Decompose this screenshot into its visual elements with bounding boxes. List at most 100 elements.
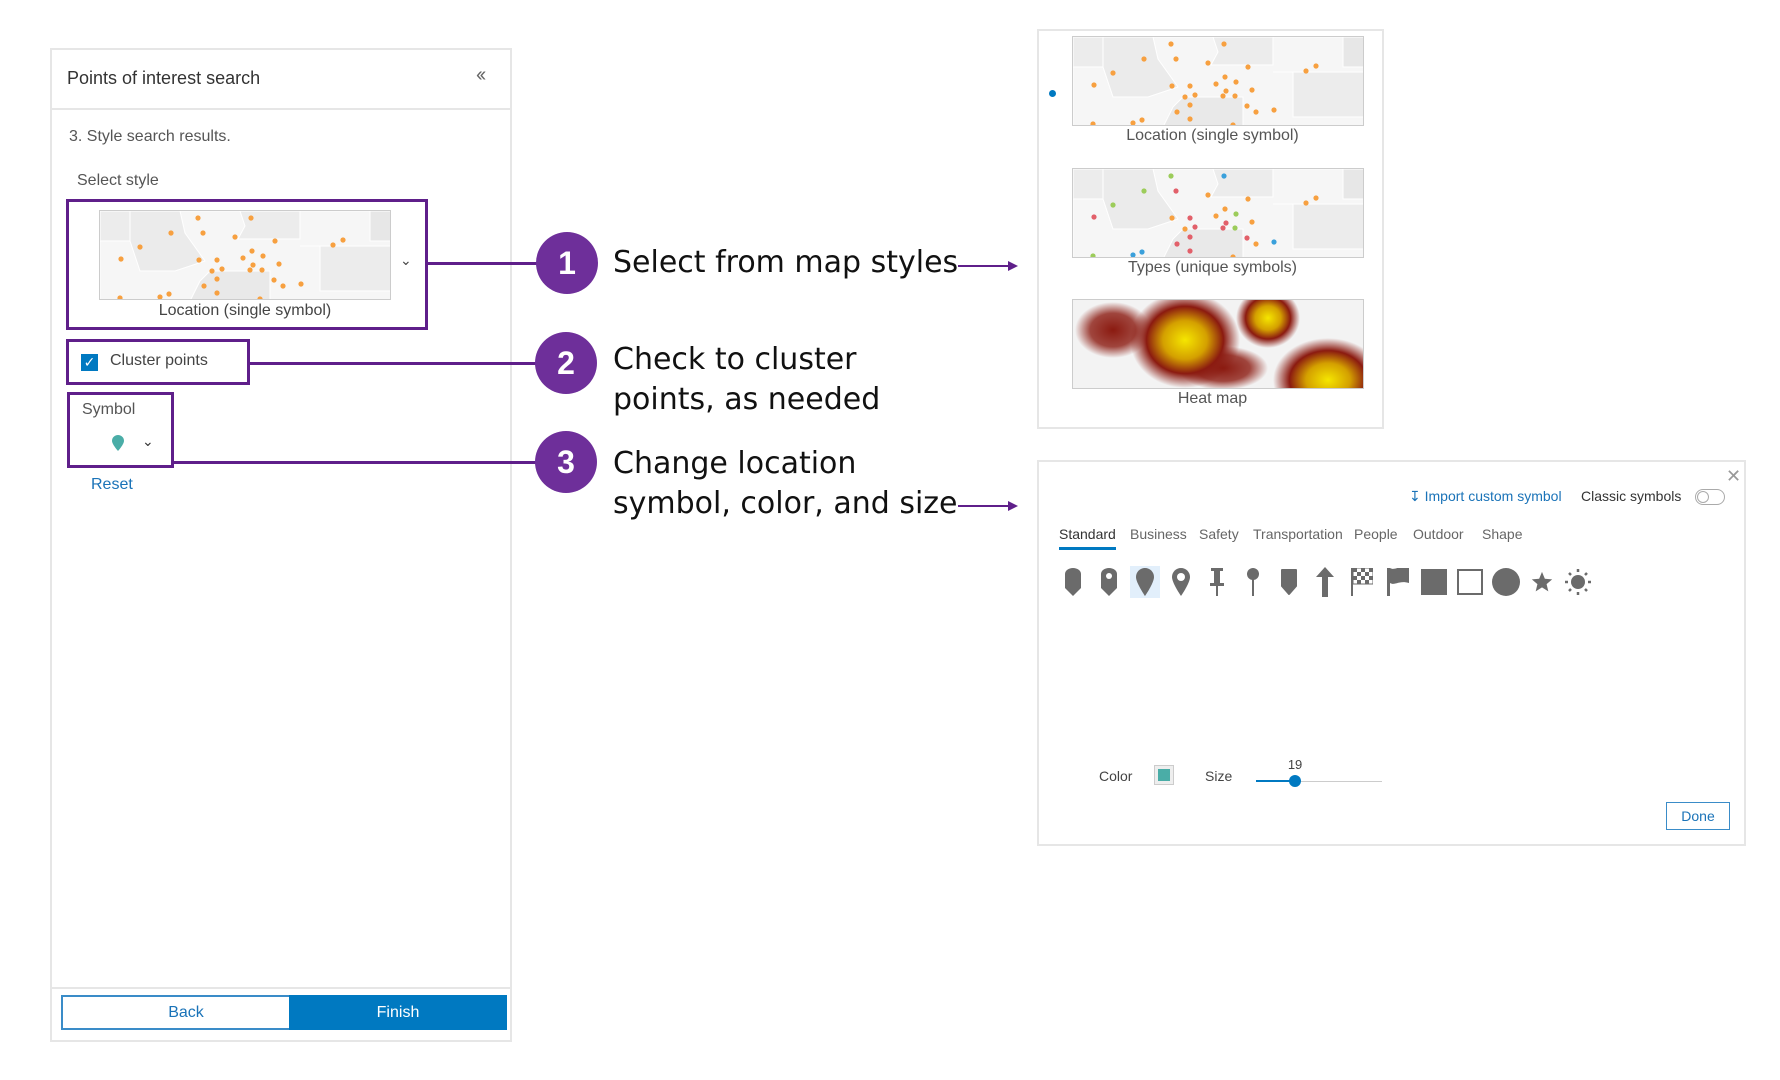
map-point	[1205, 60, 1211, 66]
tab-people[interactable]: People	[1354, 526, 1398, 542]
map-point	[276, 261, 282, 267]
flag-icon[interactable]	[1383, 566, 1413, 598]
style-option-heatmap[interactable]	[1072, 299, 1364, 389]
round-pin-icon[interactable]	[1238, 566, 1268, 598]
map-point	[166, 291, 172, 297]
map-region	[1342, 169, 1363, 200]
map-point	[214, 276, 220, 282]
map-point	[340, 237, 346, 243]
map-point	[219, 266, 225, 272]
callout-marker-icon[interactable]	[1274, 566, 1304, 598]
cluster-points-option[interactable]: ✓ Cluster points	[66, 339, 250, 385]
connector-line-2	[248, 362, 538, 365]
style-option-types[interactable]	[1072, 168, 1364, 258]
push-pin-icon[interactable]	[1202, 566, 1232, 598]
color-swatch[interactable]	[1154, 765, 1174, 785]
star-icon[interactable]	[1527, 566, 1557, 598]
map-point	[200, 230, 206, 236]
location-pin-hole-icon[interactable]	[1166, 566, 1196, 598]
pill-marker-hole-icon[interactable]	[1094, 566, 1124, 598]
checkered-flag-icon[interactable]	[1347, 566, 1377, 598]
map-point	[137, 244, 143, 250]
filled-square-icon[interactable]	[1419, 566, 1449, 598]
tab-business[interactable]: Business	[1130, 526, 1187, 542]
map-point	[1187, 234, 1193, 240]
chevron-down-icon[interactable]: ⌄	[142, 433, 154, 450]
map-point	[298, 281, 304, 287]
map-point	[1110, 202, 1116, 208]
arrow-right-icon	[958, 265, 1010, 267]
filled-circle-icon[interactable]	[1491, 566, 1521, 598]
map-point	[1192, 224, 1198, 230]
map-point	[1222, 74, 1228, 80]
map-point	[1168, 41, 1174, 47]
teardrop-pin-icon[interactable]	[112, 435, 124, 456]
arrow-head-icon	[1008, 261, 1018, 271]
style-caption: Types (unique symbols)	[1128, 259, 1297, 276]
callout-text-2b: points, as needed	[613, 382, 881, 417]
map-region	[237, 211, 301, 240]
finish-button[interactable]: Finish	[289, 995, 507, 1030]
tab-outdoor[interactable]: Outdoor	[1413, 526, 1464, 542]
map-point	[1174, 109, 1180, 115]
map-point	[1174, 241, 1180, 247]
map-point	[1253, 241, 1259, 247]
arrow-up-icon[interactable]	[1310, 566, 1340, 598]
map-point	[1245, 196, 1251, 202]
classic-symbols-toggle[interactable]	[1695, 489, 1725, 505]
symbol-picker[interactable]: Symbol ⌄	[67, 392, 174, 468]
size-slider-thumb[interactable]	[1289, 775, 1302, 787]
map-point	[1091, 214, 1097, 220]
map-point	[196, 257, 202, 263]
map-point	[1249, 219, 1255, 225]
tab-shape[interactable]: Shape	[1482, 526, 1522, 542]
chevron-down-icon[interactable]: ⌄	[400, 252, 412, 269]
map-point	[330, 242, 336, 248]
map-point	[1244, 235, 1250, 241]
arrow-right-icon	[958, 505, 1010, 507]
color-label: Color	[1099, 768, 1133, 784]
sun-icon[interactable]	[1563, 566, 1593, 598]
collapse-panel-icon[interactable]: ‹‹	[476, 64, 486, 87]
map-point	[1233, 211, 1239, 217]
map-point	[1303, 200, 1309, 206]
import-label: Import custom symbol	[1424, 488, 1562, 504]
close-icon[interactable]: ✕	[1726, 466, 1741, 487]
cluster-checkbox[interactable]: ✓	[81, 354, 98, 371]
tab-standard[interactable]: Standard	[1059, 526, 1116, 550]
map-point	[1303, 68, 1309, 74]
back-button[interactable]: Back	[61, 995, 311, 1030]
style-caption: Location (single symbol)	[1126, 127, 1299, 144]
map-thumbnail-types	[1073, 169, 1363, 257]
outline-square-icon[interactable]	[1455, 566, 1485, 598]
map-point	[260, 253, 266, 259]
callout-badge-3: 3	[535, 431, 597, 493]
map-point	[1232, 93, 1238, 99]
map-point	[1223, 88, 1229, 94]
connector-line-3	[172, 461, 538, 464]
map-point	[259, 267, 265, 273]
map-region	[1210, 37, 1274, 66]
map-point	[1168, 173, 1174, 179]
tab-transportation[interactable]: Transportation	[1253, 526, 1343, 542]
panel-title: Points of interest search	[67, 68, 261, 88]
cluster-points-label: Cluster points	[110, 352, 208, 369]
done-button[interactable]: Done	[1666, 802, 1730, 830]
map-point	[214, 290, 220, 296]
map-point	[1213, 213, 1219, 219]
map-point	[1110, 70, 1116, 76]
map-point	[1187, 116, 1193, 122]
symbol-dialog: ✕ ↧ Import custom symbol Classic symbols…	[1037, 460, 1746, 846]
size-label: Size	[1205, 768, 1233, 784]
map-point	[1139, 117, 1145, 123]
map-point	[1253, 109, 1259, 115]
import-custom-symbol-link[interactable]: ↧ Import custom symbol	[1409, 488, 1562, 505]
teardrop-pin-icon[interactable]	[1130, 566, 1160, 598]
reset-link[interactable]: Reset	[91, 476, 133, 494]
style-option-location[interactable]	[1072, 36, 1364, 126]
map-point	[118, 256, 124, 262]
style-dropdown[interactable]: Location (single symbol) ⌄	[66, 199, 428, 330]
tab-safety[interactable]: Safety	[1199, 526, 1239, 542]
map-point	[1141, 56, 1147, 62]
pill-marker-icon[interactable]	[1058, 566, 1088, 598]
